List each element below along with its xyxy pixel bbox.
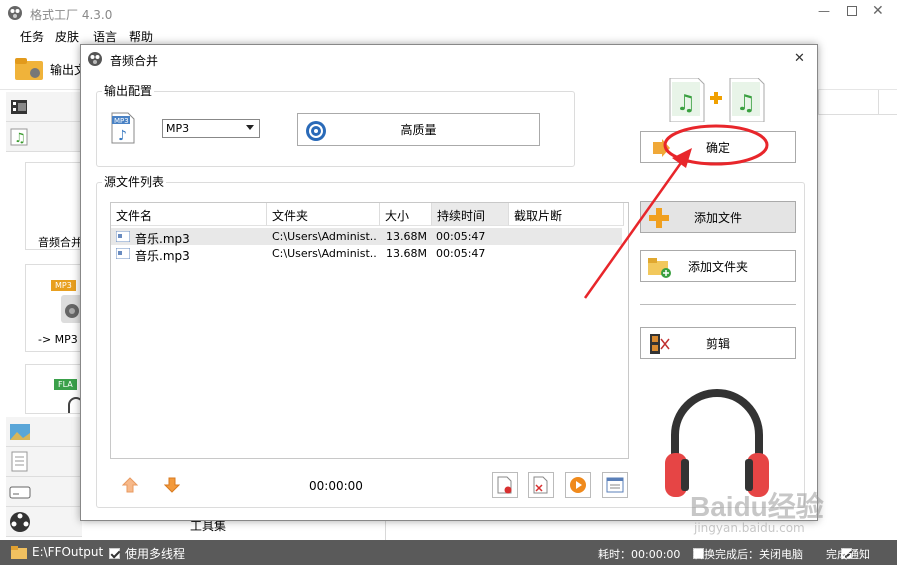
annotation-arrowhead	[672, 148, 692, 168]
annotation-arrow	[583, 159, 685, 299]
annotation-overlay	[583, 124, 769, 299]
baidu-watermark: Baidu经验 jingyan.baidu.com	[690, 485, 890, 537]
watermark-brand: Baidu经验	[690, 491, 824, 522]
watermark-url: jingyan.baidu.com	[694, 521, 805, 535]
